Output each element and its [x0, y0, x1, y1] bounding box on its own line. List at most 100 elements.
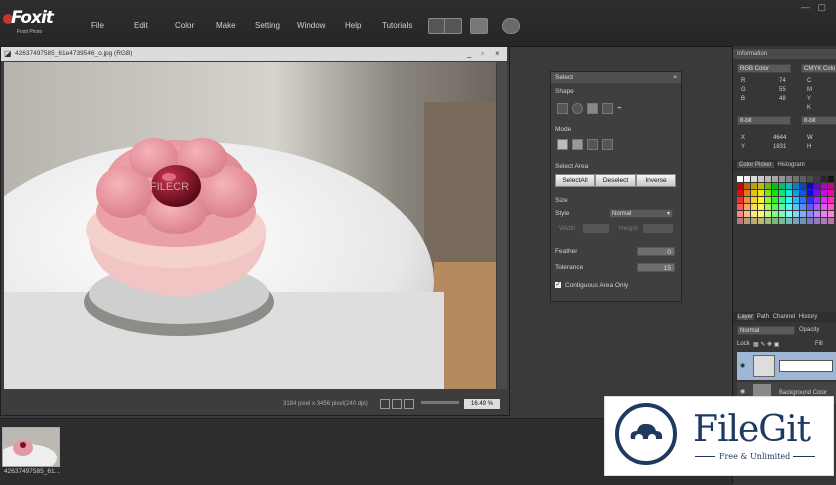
- close-icon[interactable]: ×: [495, 47, 500, 61]
- color-swatch[interactable]: [786, 197, 792, 203]
- contiguous-checkbox[interactable]: ✓: [555, 282, 561, 288]
- color-swatch[interactable]: [807, 190, 813, 196]
- color-swatch[interactable]: [814, 176, 820, 182]
- color-swatch[interactable]: [814, 190, 820, 196]
- color-swatch[interactable]: [758, 183, 764, 189]
- bit-left-dropdown[interactable]: 8-bit: [737, 116, 791, 125]
- color-swatch[interactable]: [779, 218, 785, 224]
- color-swatch[interactable]: [765, 183, 771, 189]
- menu-tutorials[interactable]: Tutorials: [382, 21, 412, 30]
- style-dropdown[interactable]: Normal ▾: [609, 209, 673, 218]
- layer-row-selected[interactable]: ◉: [737, 352, 836, 380]
- color-swatch[interactable]: [800, 190, 806, 196]
- image-thumbnail[interactable]: [2, 427, 60, 467]
- color-swatch[interactable]: [772, 211, 778, 217]
- subtract-selection-icon[interactable]: [587, 139, 598, 150]
- color-swatch[interactable]: [737, 183, 743, 189]
- color-swatch[interactable]: [786, 218, 792, 224]
- color-swatch[interactable]: [744, 197, 750, 203]
- add-selection-icon[interactable]: [572, 139, 583, 150]
- width-field[interactable]: [583, 224, 609, 233]
- tab-path[interactable]: Path: [756, 314, 770, 320]
- color-swatch[interactable]: [821, 190, 827, 196]
- color-swatch[interactable]: [828, 197, 834, 203]
- color-swatch[interactable]: [814, 183, 820, 189]
- color-swatch[interactable]: [751, 218, 757, 224]
- color-swatch[interactable]: [828, 176, 834, 182]
- color-swatch[interactable]: [821, 218, 827, 224]
- color-swatch[interactable]: [793, 197, 799, 203]
- vertical-scrollbar[interactable]: [497, 62, 507, 389]
- color-swatch[interactable]: [814, 211, 820, 217]
- color-swatch[interactable]: [744, 183, 750, 189]
- color-swatch[interactable]: [828, 218, 834, 224]
- color-swatch[interactable]: [758, 211, 764, 217]
- menu-file[interactable]: File: [91, 21, 104, 30]
- color-swatch[interactable]: [821, 176, 827, 182]
- color-swatch[interactable]: [758, 218, 764, 224]
- color-swatch[interactable]: [765, 218, 771, 224]
- color-swatch[interactable]: [793, 190, 799, 196]
- color-swatch[interactable]: [765, 197, 771, 203]
- cmyk-mode-dropdown[interactable]: CMYK Colo: [801, 64, 836, 73]
- magic-wand-icon[interactable]: ⌁: [617, 103, 626, 112]
- inverse-button[interactable]: Inverse: [636, 174, 676, 187]
- color-swatch[interactable]: [793, 211, 799, 217]
- rgb-mode-dropdown[interactable]: RGB Color: [737, 64, 791, 73]
- color-swatch[interactable]: [793, 204, 799, 210]
- new-selection-icon[interactable]: [557, 139, 568, 150]
- color-swatch[interactable]: [772, 197, 778, 203]
- color-swatch[interactable]: [751, 204, 757, 210]
- polygon-lasso-icon[interactable]: [602, 103, 613, 114]
- color-swatch[interactable]: [800, 176, 806, 182]
- zoom-input[interactable]: 16.49 %: [464, 399, 500, 409]
- eye-icon[interactable]: ◉: [740, 388, 745, 395]
- color-swatch[interactable]: [814, 197, 820, 203]
- color-swatch[interactable]: [751, 197, 757, 203]
- color-swatch[interactable]: [751, 211, 757, 217]
- deselect-button[interactable]: Deselect: [595, 174, 636, 187]
- tab-histogram[interactable]: Histogram: [775, 162, 806, 168]
- tab-layer[interactable]: Layer: [737, 314, 755, 320]
- color-swatch[interactable]: [758, 190, 764, 196]
- color-swatch[interactable]: [800, 197, 806, 203]
- bit-right-dropdown[interactable]: 8-bit: [801, 116, 836, 125]
- window-controls[interactable]: — ▢: [801, 2, 826, 13]
- color-swatch[interactable]: [751, 183, 757, 189]
- color-swatch[interactable]: [737, 218, 743, 224]
- color-swatch[interactable]: [793, 218, 799, 224]
- menu-make[interactable]: Make: [216, 21, 236, 30]
- color-swatch[interactable]: [744, 190, 750, 196]
- color-swatch[interactable]: [779, 190, 785, 196]
- color-swatch[interactable]: [765, 211, 771, 217]
- menu-window[interactable]: Window: [297, 21, 325, 30]
- intersect-selection-icon[interactable]: [602, 139, 613, 150]
- color-swatch[interactable]: [779, 176, 785, 182]
- cascade-windows-icon[interactable]: [444, 18, 462, 34]
- menu-color[interactable]: Color: [175, 21, 194, 30]
- tolerance-field[interactable]: 15: [637, 263, 675, 272]
- color-swatch[interactable]: [737, 211, 743, 217]
- tab-history[interactable]: History: [798, 314, 819, 320]
- color-swatch[interactable]: [793, 176, 799, 182]
- height-field[interactable]: [643, 224, 673, 233]
- color-swatch[interactable]: [779, 197, 785, 203]
- color-swatch[interactable]: [807, 197, 813, 203]
- color-swatch[interactable]: [772, 176, 778, 182]
- color-swatch[interactable]: [779, 204, 785, 210]
- color-swatch[interactable]: [800, 211, 806, 217]
- color-swatch[interactable]: [772, 183, 778, 189]
- tab-channel[interactable]: Channel: [772, 314, 796, 320]
- tab-color-picker[interactable]: Color Picker: [737, 162, 774, 168]
- color-swatch[interactable]: [765, 176, 771, 182]
- color-swatch[interactable]: [751, 176, 757, 182]
- lock-icons[interactable]: ▦ ✎ ✥ ▣: [753, 341, 779, 348]
- color-swatch[interactable]: [772, 204, 778, 210]
- color-swatch[interactable]: [828, 183, 834, 189]
- color-swatch[interactable]: [800, 204, 806, 210]
- blend-mode-dropdown[interactable]: Normal: [737, 326, 795, 335]
- color-swatch[interactable]: [821, 211, 827, 217]
- ellipse-select-icon[interactable]: [572, 103, 583, 114]
- color-swatch[interactable]: [737, 176, 743, 182]
- color-swatch[interactable]: [807, 211, 813, 217]
